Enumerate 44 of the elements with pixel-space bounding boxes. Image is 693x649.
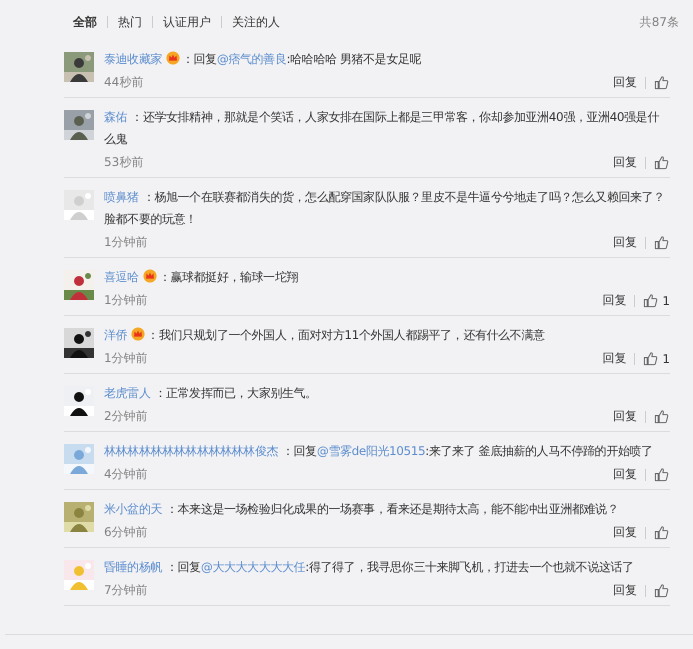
like-button[interactable] — [654, 75, 670, 90]
reply-link[interactable]: 回复 — [613, 524, 637, 541]
comment-time: 7分钟前 — [104, 582, 148, 599]
reply-link[interactable]: 回复 — [613, 466, 637, 483]
comment-time: 1分钟前 — [104, 292, 148, 309]
reply-link[interactable]: 回复 — [613, 408, 637, 425]
comment-text: 老虎雷人 ：正常发挥而已，大家别生气。 — [104, 385, 318, 402]
like-button[interactable] — [654, 155, 670, 170]
reply-link[interactable]: 回复 — [613, 74, 637, 91]
comment-text: 林林林林林林林林林林林林林俊杰 ：回复@雪雾de阳光10515:来了来了 釜底抽薪的人马不停蹄的开始喷了 — [104, 443, 654, 460]
reply-link[interactable]: 回复 — [602, 350, 626, 367]
comment-time: 2分钟前 — [104, 408, 148, 425]
comment-text: 喷鼻猪 ：杨旭一个在联赛都消失的货，怎么配穿国家队队服？里皮不是牛逼兮兮地走了吗？怎么又赖回来了？脸都不要的玩意！ — [104, 189, 666, 228]
comment-text: 昏睡的杨帆 ：回复@大大大大大大大任:得了得了，我寻思你三十来脚飞机，打进去一个也就不说这话了 — [104, 559, 635, 576]
comment-text: 喜逗哈 ：赢球都挺好，输球一坨翔 — [104, 268, 300, 286]
reply-link[interactable]: 回复 — [613, 582, 637, 599]
comment-text: 森佑 ：还学女排精神，那就是个笑话，人家女排在国际上都是三甲常客，你却参加亚洲40强，亚洲40强是什么鬼 — [104, 109, 660, 148]
comment-time: 44秒前 — [104, 74, 144, 91]
comment-time: 53秒前 — [104, 154, 144, 171]
like-button[interactable]: 1 — [643, 293, 670, 308]
reply-link[interactable]: 回复 — [613, 154, 637, 171]
like-button[interactable] — [654, 235, 670, 250]
like-button[interactable] — [654, 583, 670, 598]
like-button[interactable] — [654, 409, 670, 424]
comment-time: 4分钟前 — [104, 466, 148, 483]
filter-tab[interactable]: 热门 — [118, 14, 142, 30]
like-button[interactable]: 1 — [643, 351, 670, 366]
comment-text: 米小盆的天 ：本来这是一场检验归化成果的一场赛事，看来还是期待太高，能不能冲出亚洲都难说？ — [104, 501, 620, 518]
like-button[interactable] — [654, 467, 670, 482]
comment-time: 1分钟前 — [104, 234, 148, 251]
reply-link[interactable]: 回复 — [613, 234, 637, 251]
comment-time: 1分钟前 — [104, 350, 148, 367]
comment-text: 泰迪收藏家 ：回复@痞气的善良:哈哈哈哈 男猪不是女足呢 — [104, 50, 422, 68]
like-button[interactable] — [654, 525, 670, 540]
filter-tab[interactable]: 全部 — [73, 14, 97, 30]
filter-tab[interactable]: 认证用户 — [163, 14, 211, 30]
reply-link[interactable]: 回复 — [602, 292, 626, 309]
filter-tab[interactable]: 关注的人 — [232, 14, 280, 30]
crown-icon — [142, 269, 157, 283]
crown-icon — [166, 51, 180, 65]
comment-count: 共87条 — [640, 14, 679, 30]
crown-icon — [131, 327, 146, 341]
comment-time: 6分钟前 — [104, 524, 148, 541]
comment-text: 洋侨 ：我们只规划了一个外国人，面对对方11个外国人都踢平了，还有什么不满意 — [104, 326, 546, 344]
